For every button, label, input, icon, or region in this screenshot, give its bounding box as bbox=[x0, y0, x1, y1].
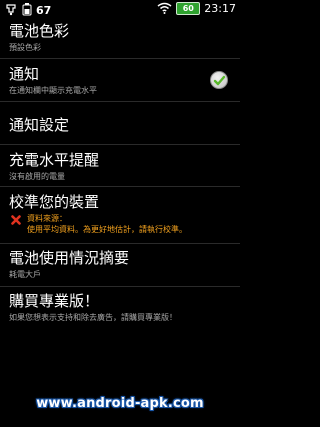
wifi-icon bbox=[157, 0, 172, 18]
calibrate-warning: 資料來源： 使用平均資料。為更好地估計，請執行校準。 bbox=[11, 213, 187, 235]
setting-summary: 沒有啟用的電量 bbox=[9, 172, 65, 181]
setting-title: 電池使用情況摘要 bbox=[9, 249, 130, 267]
status-bar: 67 60 23:17 bbox=[0, 0, 240, 17]
setting-title: 通知設定 bbox=[9, 116, 70, 134]
notification-badge: 67 bbox=[36, 4, 52, 17]
notification-checkbox[interactable] bbox=[210, 71, 228, 89]
setting-summary: 預設色彩 bbox=[9, 43, 41, 52]
setting-battery-usage[interactable]: 電池使用情況摘要 耗電大戶 bbox=[0, 244, 240, 286]
settings-list: 電池色彩 預設色彩 通知 在通知欄中顯示充電水平 通知設定 充電水平提醒 沒有啟… bbox=[0, 17, 240, 377]
setting-summary: 在通知欄中顯示充電水平 bbox=[9, 86, 97, 95]
setting-buy-pro[interactable]: 購買專業版！ 如果您想表示支持和除去廣告，請購買專業版！ bbox=[0, 287, 240, 329]
warning-line-2: 使用平均資料。為更好地估計，請執行校準。 bbox=[27, 225, 187, 234]
battery-icon: 60 bbox=[176, 2, 201, 15]
status-time: 23:17 bbox=[204, 2, 236, 15]
setting-battery-color[interactable]: 電池色彩 預設色彩 bbox=[0, 17, 240, 58]
setting-notification[interactable]: 通知 在通知欄中顯示充電水平 bbox=[0, 59, 240, 101]
setting-title: 充電水平提醒 bbox=[9, 151, 100, 169]
setting-summary: 耗電大戶 bbox=[9, 270, 41, 279]
warning-line-1: 資料來源： bbox=[27, 214, 67, 223]
setting-title: 購買專業版！ bbox=[9, 292, 100, 310]
error-x-icon bbox=[11, 215, 21, 225]
setting-title: 通知 bbox=[9, 65, 40, 83]
setting-summary: 如果您想表示支持和除去廣告，請購買專業版！ bbox=[9, 313, 177, 322]
setting-title: 電池色彩 bbox=[9, 22, 70, 40]
setting-title: 校準您的裝置 bbox=[9, 193, 100, 211]
status-bar-right: 60 23:17 bbox=[157, 1, 236, 16]
setting-notification-settings[interactable]: 通知設定 bbox=[0, 102, 240, 144]
watermark-text: www.android-apk.com bbox=[36, 396, 204, 411]
setting-calibrate[interactable]: 校準您的裝置 資料來源： 使用平均資料。為更好地估計，請執行校準。 bbox=[0, 187, 240, 243]
setting-charge-alert[interactable]: 充電水平提醒 沒有啟用的電量 bbox=[0, 145, 240, 186]
checkmark-icon bbox=[213, 75, 226, 86]
battery-percent: 60 bbox=[182, 4, 194, 13]
